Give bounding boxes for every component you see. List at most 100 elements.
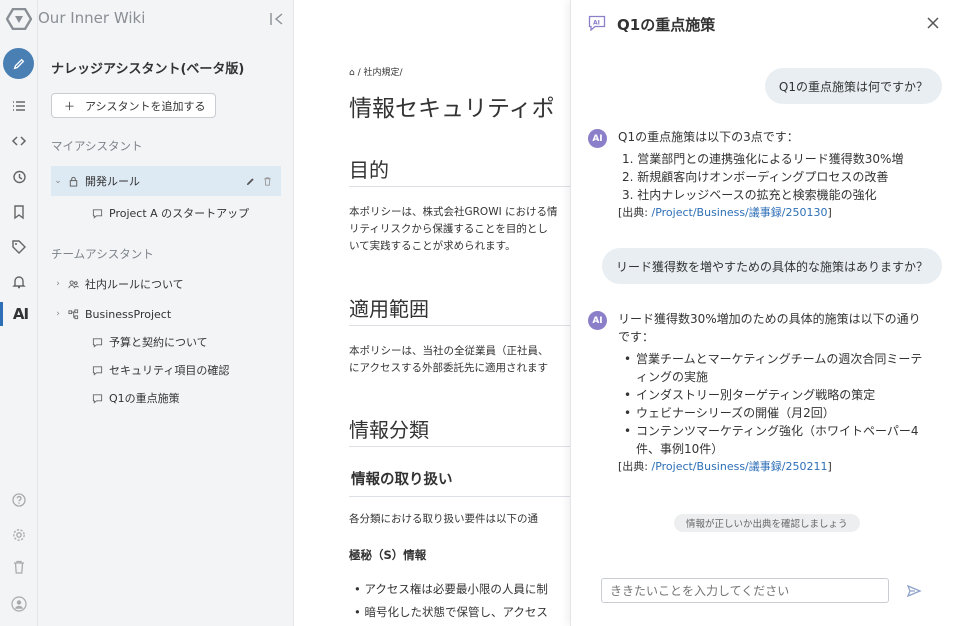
ai-message-intro: です： <box>618 330 655 344</box>
hierarchy-icon <box>65 307 81 321</box>
my-assistants-heading: マイアシスタント <box>51 139 143 153</box>
chat-icon <box>89 206 105 220</box>
chevron-right-icon[interactable]: › <box>51 309 65 319</box>
lock-icon <box>65 174 81 188</box>
section-heading: 情報分類 <box>349 418 429 442</box>
list-item: ウェビナーシリーズの開催（月2回） <box>624 404 924 422</box>
ai-label: AI <box>12 305 29 323</box>
assistant-item-business-project[interactable]: › BusinessProject <box>51 299 281 329</box>
panel-title: ナレッジアシスタント(ベータ版) <box>51 62 245 77</box>
chat-icon <box>89 363 105 377</box>
chat-icon <box>89 391 105 405</box>
list-item: 1. 営業部門との連携強化によるリード獲得数30%増 <box>622 152 904 166</box>
list-item: • 暗号化した状態で保管し、アクセス <box>354 605 548 619</box>
paragraph-line: いて実践することが求められます。 <box>349 240 516 252</box>
thread-item[interactable]: 予算と契約について <box>51 327 281 357</box>
growi-logo-icon[interactable] <box>6 8 32 30</box>
chat-title: Q1の重点施策 <box>617 16 716 34</box>
list-item-text: アクセス権は必要最小限の人員に制 <box>364 582 548 596</box>
close-icon[interactable] <box>926 16 940 30</box>
add-assistant-label: アシスタントを追加する <box>85 99 206 113</box>
team-assistants-heading: チームアシスタント <box>51 247 154 261</box>
user-message: リード獲得数を増やすための具体的な施策はありますか？ <box>601 248 942 284</box>
pencil-icon <box>13 58 24 69</box>
ai-chat-icon: AI <box>588 15 606 31</box>
section-heading: 目的 <box>349 158 389 182</box>
list-item: コンテンツマーケティング強化（ホワイトペーパー4件、事例10件） <box>624 422 924 458</box>
pencil-icon[interactable] <box>245 176 256 187</box>
thread-item-label: 予算と契約について <box>109 336 208 349</box>
source-suffix: ] <box>827 206 832 219</box>
divider <box>349 446 570 447</box>
ai-chat-panel: AI Q1の重点施策 Q1の重点施策は何ですか？ AI Q1の重点施策は以下の3… <box>570 0 960 626</box>
list-item: 2. 新規顧客向けオンボーディングプロセスの改善 <box>622 170 889 184</box>
subsection-heading: 情報の取り扱い <box>351 472 453 488</box>
source-link[interactable]: /Project/Business/議事録/250211 <box>652 460 828 473</box>
divider <box>349 186 570 187</box>
divider <box>349 325 570 326</box>
bookmark-icon[interactable] <box>0 200 38 224</box>
breadcrumb-path[interactable]: / 社内規定/ <box>358 68 403 78</box>
assistant-item-label: BusinessProject <box>85 307 172 321</box>
gear-icon[interactable] <box>0 523 38 547</box>
assistant-item-company-rules[interactable]: › 社内ルールについて <box>51 269 281 299</box>
thread-item[interactable]: セキュリティ項目の確認 <box>51 355 281 385</box>
chat-input[interactable] <box>601 578 889 603</box>
source-citation: [出典: /Project/Business/議事録/250130] <box>618 204 938 222</box>
divider <box>349 496 570 497</box>
add-assistant-button[interactable]: ＋ アシスタントを追加する <box>51 93 216 118</box>
tag-icon[interactable] <box>0 235 38 259</box>
home-icon[interactable]: ⌂ <box>349 68 355 78</box>
thread-item[interactable]: Q1の重点施策 <box>51 383 281 413</box>
thread-item-label: Q1の重点施策 <box>109 392 180 405</box>
source-citation: [出典: /Project/Business/議事録/250211] <box>618 458 938 476</box>
trash-icon[interactable] <box>0 555 38 579</box>
breadcrumb[interactable]: ⌂ / 社内規定/ <box>349 65 403 78</box>
sidebar: Our Inner Wiki ナレッジアシスタント(ベータ版) ＋ アシスタント… <box>38 0 294 626</box>
chevron-right-icon[interactable]: › <box>51 279 65 289</box>
source-link[interactable]: /Project/Business/議事録/250130 <box>652 206 828 219</box>
list-item: • アクセス権は必要最小限の人員に制 <box>354 582 548 596</box>
paragraph-line: 各分類における取り扱い要件は以下の通 <box>349 513 538 525</box>
history-icon[interactable] <box>0 165 38 189</box>
collapse-sidebar-icon[interactable] <box>268 10 286 28</box>
user-message: Q1の重点施策は何ですか？ <box>764 68 942 104</box>
list-item-text: 暗号化した状態で保管し、アクセス <box>364 605 548 619</box>
send-icon[interactable] <box>906 583 922 599</box>
list-icon[interactable] <box>0 94 38 118</box>
bell-icon[interactable] <box>0 270 38 294</box>
chevron-down-icon[interactable]: ⌄ <box>51 176 65 186</box>
assistant-item-dev-rules[interactable]: ⌄ 開発ルール <box>51 166 281 196</box>
user-avatar-icon[interactable] <box>0 592 38 616</box>
ai-assistant-icon[interactable]: AI <box>0 302 38 326</box>
ai-message: Q1の重点施策は以下の3点です： 1. 営業部門との連携強化によるリード獲得数3… <box>618 128 938 222</box>
code-icon[interactable] <box>0 129 38 153</box>
verify-notice: 情報が正しいか出典を確認しましょう <box>674 514 860 532</box>
ai-avatar-icon: AI <box>588 129 607 148</box>
section-heading: 適用範囲 <box>349 297 429 321</box>
plus-icon: ＋ <box>64 99 75 113</box>
thread-item[interactable]: Project A のスタートアップ <box>51 198 281 228</box>
left-rail: AI <box>0 0 38 626</box>
svg-text:AI: AI <box>593 20 600 27</box>
source-prefix: [出典: <box>618 460 652 473</box>
edit-page-button[interactable] <box>3 48 34 79</box>
ai-message-intro: リード獲得数30%増加のための具体的施策は以下の通り <box>618 312 921 326</box>
help-icon[interactable] <box>0 488 38 512</box>
list-item: 営業チームとマーケティングチームの週次合同ミーティングの実施 <box>624 350 924 386</box>
source-suffix: ] <box>827 460 832 473</box>
trash-icon[interactable] <box>262 176 273 187</box>
paragraph-line: にアクセスする外部委託先に適用されます <box>349 362 548 374</box>
list-item: 3. 社内ナレッジベースの拡充と検索機能の強化 <box>622 188 877 202</box>
assistant-item-label: 社内ルールについて <box>85 278 184 291</box>
app-title[interactable]: Our Inner Wiki <box>38 9 145 27</box>
subsubsection-heading: 極秘（S）情報 <box>349 548 427 562</box>
ai-message-intro: Q1の重点施策は以下の3点です： <box>618 130 799 144</box>
app-root: AI Our Inner Wiki ナレッジアシスタント(ベータ版) ＋ アシス… <box>0 0 960 626</box>
chat-icon <box>89 335 105 349</box>
assistant-item-label: 開発ルール <box>85 175 140 188</box>
group-icon <box>65 277 81 291</box>
thread-item-label: Project A のスタートアップ <box>109 207 250 220</box>
ai-message: リード獲得数30%増加のための具体的施策は以下の通り です： 営業チームとマーケ… <box>618 310 938 476</box>
thread-item-label: セキュリティ項目の確認 <box>109 364 230 377</box>
